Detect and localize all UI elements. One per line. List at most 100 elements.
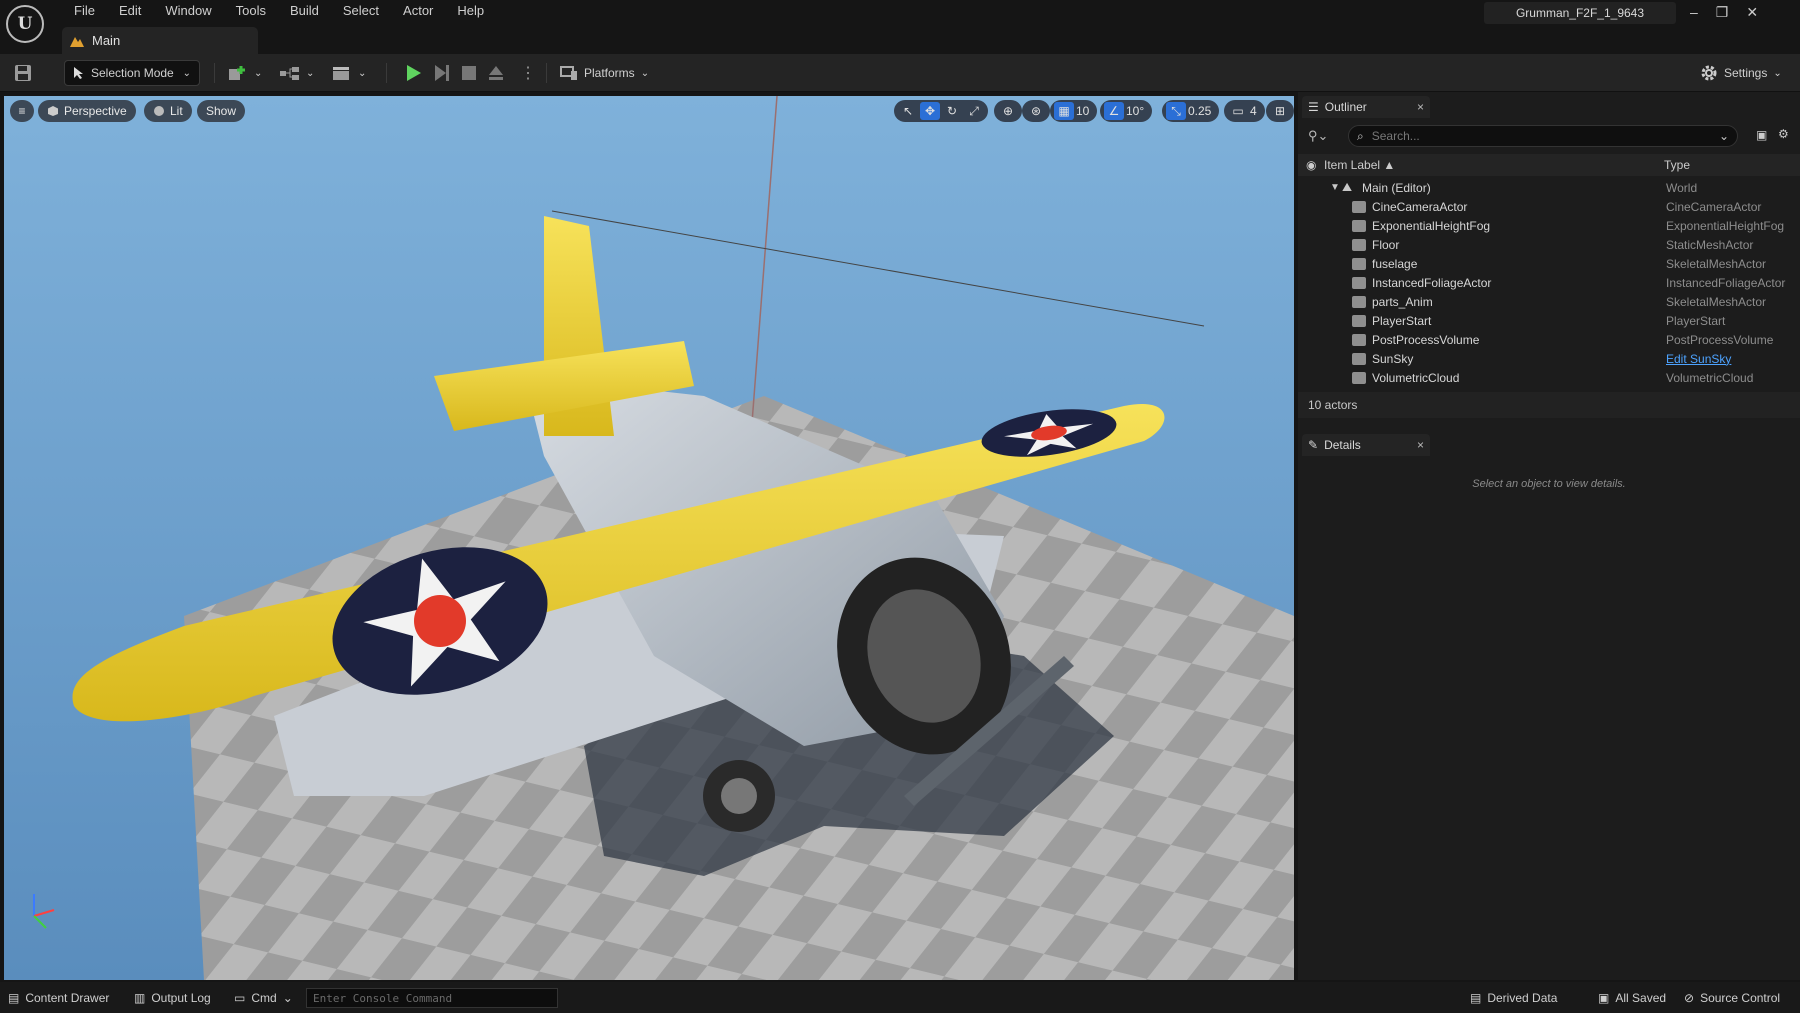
- output-log-button[interactable]: ▥ Output Log: [134, 988, 211, 1008]
- menu-window[interactable]: Window: [153, 3, 223, 19]
- rotation-snap-value[interactable]: 10°: [1126, 104, 1148, 118]
- surface-snap-icon[interactable]: ⊛: [1026, 102, 1046, 120]
- list-item[interactable]: fuselage SkeletalMeshActor: [1298, 254, 1800, 273]
- scale-tool-icon[interactable]: ⤢: [964, 102, 984, 120]
- rotate-tool-icon[interactable]: ↻: [942, 102, 962, 120]
- menu-select[interactable]: Select: [331, 3, 391, 19]
- viewport-scene[interactable]: [4, 96, 1294, 980]
- outliner-search-input[interactable]: ⌕ Search... ⌄: [1348, 125, 1738, 147]
- camera-speed-value[interactable]: 4: [1250, 104, 1261, 118]
- item-type: ExponentialHeightFog: [1666, 218, 1785, 233]
- close-icon[interactable]: ×: [1417, 100, 1424, 114]
- platforms-dropdown[interactable]: Platforms ⌄: [560, 60, 649, 86]
- grid-snap-control: ▦ 10: [1050, 100, 1098, 122]
- project-name: Grumman_F2F_1_9643: [1484, 2, 1676, 24]
- add-actor-button[interactable]: ⌄: [228, 60, 262, 86]
- level-viewport[interactable]: ≡ Perspective Lit Show ↖ ✥ ↻ ⤢ ⊕ ⊛ ▦ 10 …: [4, 96, 1294, 980]
- list-item[interactable]: CineCameraActor CineCameraActor: [1298, 197, 1800, 216]
- column-type[interactable]: Type: [1664, 158, 1690, 172]
- chevron-down-icon: ⌄: [358, 67, 367, 79]
- column-item-label[interactable]: Item Label ▲: [1324, 158, 1395, 172]
- cinematics-button[interactable]: ⌄: [332, 60, 366, 86]
- camera-actor-icon: [1352, 200, 1366, 213]
- perspective-label: Perspective: [64, 104, 127, 118]
- list-item[interactable]: Floor StaticMeshActor: [1298, 235, 1800, 254]
- list-item[interactable]: PostProcessVolume PostProcessVolume: [1298, 330, 1800, 349]
- camera-icon[interactable]: ▭: [1228, 102, 1248, 120]
- level-tab[interactable]: Main: [62, 27, 258, 54]
- derived-data-button[interactable]: ▤ Derived Data: [1470, 988, 1557, 1008]
- menu-help[interactable]: Help: [445, 3, 496, 19]
- source-control-button[interactable]: ⊘ Source Control: [1684, 988, 1780, 1008]
- derived-data-icon: ▤: [1470, 991, 1482, 1005]
- item-label: ExponentialHeightFog: [1372, 218, 1491, 233]
- item-label: InstancedFoliageActor: [1372, 275, 1492, 290]
- more-options-icon: ⋮: [520, 65, 536, 82]
- hamburger-menu-icon: ≡: [18, 104, 26, 118]
- close-button[interactable]: ✕: [1746, 4, 1758, 21]
- main-toolbar: Selection Mode ⌄ ⌄ ⌄ ⌄ ⋮ Platforms ⌄ Set…: [0, 54, 1800, 92]
- menu-file[interactable]: File: [62, 3, 107, 19]
- select-tool-icon[interactable]: ↖: [898, 102, 918, 120]
- log-icon: ▥: [134, 991, 146, 1005]
- chevron-down-icon: ⌄: [1773, 67, 1782, 79]
- item-label: PlayerStart: [1372, 313, 1432, 328]
- list-item[interactable]: InstancedFoliageActor InstancedFoliageAct…: [1298, 273, 1800, 292]
- all-saved-button[interactable]: ▣ All Saved: [1598, 988, 1666, 1008]
- add-folder-icon[interactable]: ▣: [1756, 128, 1767, 142]
- viewport-options-button[interactable]: ≡: [10, 100, 34, 122]
- skeletal-mesh-icon: [1352, 257, 1366, 270]
- eject-button[interactable]: [488, 60, 504, 86]
- list-item[interactable]: VolumetricCloud VolumetricCloud: [1298, 368, 1800, 387]
- close-icon[interactable]: ×: [1417, 438, 1424, 452]
- view-mode-button[interactable]: Lit: [144, 100, 192, 122]
- scale-snap-icon[interactable]: ⤡: [1166, 102, 1186, 120]
- play-options-button[interactable]: ⋮: [520, 60, 536, 86]
- minimize-button[interactable]: –: [1690, 4, 1698, 21]
- outliner-root-row[interactable]: ▼ ⛰ Main (Editor) World: [1298, 178, 1800, 197]
- filter-icon[interactable]: ⚲⌄: [1308, 128, 1328, 144]
- blueprint-button[interactable]: ⌄: [280, 60, 314, 86]
- gear-icon[interactable]: ⚙: [1778, 127, 1789, 141]
- grid-snap-value[interactable]: 10: [1076, 104, 1093, 118]
- settings-label: Settings: [1724, 66, 1768, 80]
- expand-arrow-icon[interactable]: ▼: [1330, 182, 1340, 193]
- list-item[interactable]: SunSky Edit SunSky: [1298, 349, 1800, 368]
- console-input[interactable]: Enter Console Command: [306, 988, 558, 1008]
- settings-button[interactable]: Settings ⌄: [1700, 60, 1782, 86]
- cmd-dropdown[interactable]: ▭ Cmd ⌄: [234, 988, 293, 1008]
- list-item[interactable]: PlayerStart PlayerStart: [1298, 311, 1800, 330]
- translate-tool-icon[interactable]: ✥: [920, 102, 940, 120]
- content-drawer-button[interactable]: ▤ Content Drawer: [8, 988, 109, 1008]
- chevron-down-icon: ⌄: [182, 67, 191, 79]
- outliner-tab[interactable]: ☰ Outliner ×: [1302, 96, 1430, 118]
- menu-tools[interactable]: Tools: [224, 3, 278, 19]
- edit-sunsky-link[interactable]: Edit SunSky: [1666, 352, 1731, 366]
- angle-icon[interactable]: ∠: [1104, 102, 1124, 120]
- menu-actor[interactable]: Actor: [391, 3, 445, 19]
- visibility-eye-icon[interactable]: ◉: [1306, 158, 1316, 172]
- restore-button[interactable]: ❐: [1716, 4, 1729, 21]
- save-button[interactable]: [14, 60, 32, 86]
- selection-mode-dropdown[interactable]: Selection Mode ⌄: [64, 60, 200, 86]
- list-item[interactable]: ExponentialHeightFog ExponentialHeightFog: [1298, 216, 1800, 235]
- grid-icon[interactable]: ▦: [1054, 102, 1074, 120]
- menu-edit[interactable]: Edit: [107, 3, 153, 19]
- details-tab[interactable]: ✎ Details ×: [1302, 434, 1430, 456]
- menu-build[interactable]: Build: [278, 3, 331, 19]
- player-start-icon: [1352, 314, 1366, 327]
- play-button[interactable]: [406, 60, 422, 86]
- actor-count: 10 actors: [1298, 392, 1800, 418]
- show-flags-button[interactable]: Show: [197, 100, 246, 122]
- stop-button[interactable]: [462, 60, 476, 86]
- layout-icon[interactable]: ⊞: [1270, 102, 1290, 120]
- advance-frame-button[interactable]: [434, 60, 450, 86]
- all-saved-label: All Saved: [1615, 991, 1667, 1005]
- perspective-button[interactable]: Perspective: [38, 100, 136, 122]
- selection-mode-label: Selection Mode: [91, 66, 174, 80]
- globe-icon[interactable]: ⊕: [998, 102, 1018, 120]
- list-item[interactable]: parts_Anim SkeletalMeshActor: [1298, 292, 1800, 311]
- unreal-logo-icon[interactable]: U: [6, 5, 44, 43]
- search-icon: ⌕: [1357, 128, 1364, 143]
- scale-snap-value[interactable]: 0.25: [1188, 104, 1215, 118]
